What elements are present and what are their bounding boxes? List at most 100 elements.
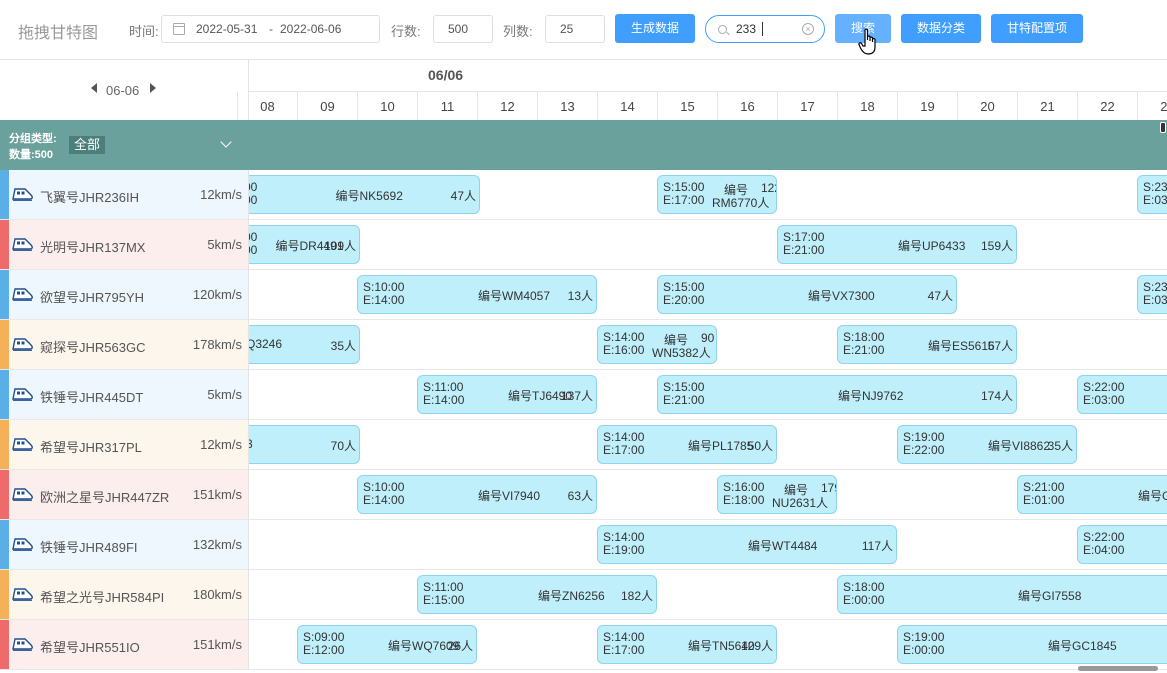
scroll-handle[interactable] [1160,122,1166,133]
row-type-stripe [0,570,9,619]
gantt-bar[interactable]: S:14:00 E:17:00 编号TN5640 129人 [597,625,777,664]
hour-label: 08 [237,92,297,121]
cols-input[interactable]: 25 [545,15,605,43]
gantt-bar[interactable]: S:14:00 E:17:00 编号PL1785 50人 [597,425,777,464]
group-count-label: 数量: [9,149,35,161]
gantt-bar[interactable]: 0000编号NK569247人 [249,175,480,214]
bar-count: 129人 [740,639,773,653]
gantt-bar[interactable]: S:10:00 E:14:00 编号VI7940 63人 [357,475,597,514]
train-icon [12,537,34,551]
bar-count: 159人 [980,239,1013,253]
row-label[interactable]: 铁锤号JHR445DT 5km/s [0,370,249,420]
chevron-down-icon[interactable] [220,136,232,148]
date-range-picker[interactable]: 2022-05-31 - 2022-06-06 [161,15,380,43]
train-name: 希望之光号JHR584PI [40,590,165,605]
bar-count: 47人 [927,289,953,303]
toolbar: 拖拽甘特图 时间: 2022-05-31 - 2022-06-06 行数: 50… [0,0,1167,60]
gantt-bar[interactable]: S:18:00 E:21:00 编号ES5616 57人 [837,325,1017,364]
bar-end-time: E:21:00 [663,393,705,407]
gantt-bar[interactable]: S:22:00 E:03:00 [1077,375,1167,414]
gantt-config-button[interactable]: 甘特配置项 [991,14,1083,43]
row-label[interactable]: 欧洲之星号JHR447ZR 151km/s [0,470,249,520]
row-label[interactable]: 光明号JHR137MX 5km/s [0,220,249,270]
horizontal-scrollbar[interactable] [1078,666,1158,671]
gantt-bar[interactable]: S:16:00E:18:00编号NU2631人179 [717,475,837,514]
gantt-bar[interactable]: 0000编号DR4491109人 [249,225,360,264]
bar-end-time: E:21:00 [843,343,885,357]
row-label[interactable]: 窥探号JHR563GC 178km/s [0,320,249,370]
train-icon [12,437,34,451]
gantt-bar[interactable]: S:11:00 E:15:00 编号ZN6256 182人 [417,575,657,614]
row-label[interactable]: 希望之光号JHR584PI 180km/s [0,570,249,620]
bar-count: 70人 [330,439,356,453]
clear-icon[interactable]: × [802,23,814,35]
search-input[interactable]: 233 × [705,15,825,43]
gantt-bar[interactable]: S:10:00 E:14:00 编号WM4057 13人 [357,275,597,314]
gantt-bar[interactable]: S:15:00 E:20:00 编号VX7300 47人 [657,275,957,314]
group-type-select[interactable]: 全部 [69,136,106,154]
gantt-bar[interactable]: S:17:00 E:21:00 编号UP6433 159人 [777,225,1017,264]
train-name: 铁锤号JHR445DT [40,390,144,405]
train-name: 窥探号JHR563GC [40,340,146,355]
hour-label: 20 [957,92,1017,121]
gantt-bar[interactable]: S:23:00E:03:00 [1137,275,1167,314]
bar-code: 编号GB9876 [1138,489,1167,503]
train-speed: 5km/s [207,237,242,252]
train-icon [12,337,34,351]
bar-count: 174人 [980,389,1013,403]
next-day-icon[interactable] [150,83,156,93]
bar-end-time: E:16:00 [603,343,645,357]
train-icon [12,287,34,301]
gantt-bar[interactable]: S:19:00 E:22:00 编号VI8862 35人 [897,425,1077,464]
gantt-bar[interactable]: S:15:00 E:21:00 编号NJ9762 174人 [657,375,1017,414]
bar-count: 179 [821,481,836,495]
gantt-bar[interactable]: S:23:00E:03:00 [1137,175,1167,214]
search-value[interactable]: 233 [736,22,756,36]
bar-code: 编号ES5616 [928,339,995,353]
row-label[interactable]: 铁锤号JHR489FI 132km/s [0,520,249,570]
bar-end-time: E:21:00 [783,243,825,257]
bar-end-time: E:12:00 [303,643,345,657]
row-label[interactable]: 希望号JHR317PL 12km/s [0,420,249,470]
gantt-bar[interactable]: 3 70人 [249,425,360,464]
gantt-bar[interactable]: S:18:00E:00:00编号GI755826人 [837,575,1167,614]
current-date: 06-06 [106,83,140,98]
train-speed: 178km/s [192,337,242,352]
bar-count: 50人 [747,439,773,453]
bar-end-time: E:19:00 [603,543,645,557]
date-start[interactable]: 2022-05-31 [196,22,257,36]
prev-day-icon[interactable] [91,83,97,93]
generate-data-button[interactable]: 生成数据 [615,14,695,43]
bar-end-time: E:18:00 [723,493,765,507]
hour-label: 13 [537,92,597,121]
gantt-bar[interactable]: S:19:00E:00:00编号GC184543人 [897,625,1167,664]
bar-code: 编号VI8862 [988,439,1051,453]
gantt-bar[interactable]: S:11:00 E:14:00 编号TJ6490 137人 [417,375,597,414]
hour-label: 11 [417,92,477,121]
row-label[interactable]: 欲望号JHR795YH 120km/s [0,270,249,320]
gantt-bar[interactable]: S:22:00 E:04:00 [1077,525,1167,564]
group-count: 数量:500 [9,146,53,162]
gantt-bar[interactable]: Q3246 35人 [249,325,360,364]
rows-input[interactable]: 500 [433,15,493,43]
bar-count: 63人 [567,489,593,503]
bar-count: 109人 [323,239,356,253]
gantt-bar[interactable]: S:21:00E:01:00编号GB9876 [1017,475,1167,514]
classify-data-button[interactable]: 数据分类 [901,14,981,43]
row-label[interactable]: 希望号JHR551IO 151km/s [0,620,249,670]
train-icon [12,637,34,651]
gantt-bar[interactable]: S:15:00E:17:00编号RM6770人122 [657,175,777,214]
hour-label: 16 [717,92,777,121]
gantt-bar[interactable]: S:14:00 E:16:00 编号 WN5382人 90 [597,325,717,364]
train-speed: 180km/s [192,587,242,602]
bar-code: 编号VI7940 [478,489,541,503]
date-end[interactable]: 2022-06-06 [280,22,341,36]
row-label[interactable]: 飞翼号JHR236IH 12km/s [0,170,249,220]
bar-end-time: E:14:00 [423,393,465,407]
bar-code: NU2631人 [772,496,829,510]
bar-code: Q3246 [249,337,283,351]
gantt-bar[interactable]: S:09:00 E:12:00 编号WQ7609 26人 [297,625,477,664]
gantt-bar[interactable]: S:14:00 E:19:00 编号WT4484 117人 [597,525,897,564]
bar-code: RM6770人 [712,196,770,210]
train-speed: 12km/s [200,187,242,202]
